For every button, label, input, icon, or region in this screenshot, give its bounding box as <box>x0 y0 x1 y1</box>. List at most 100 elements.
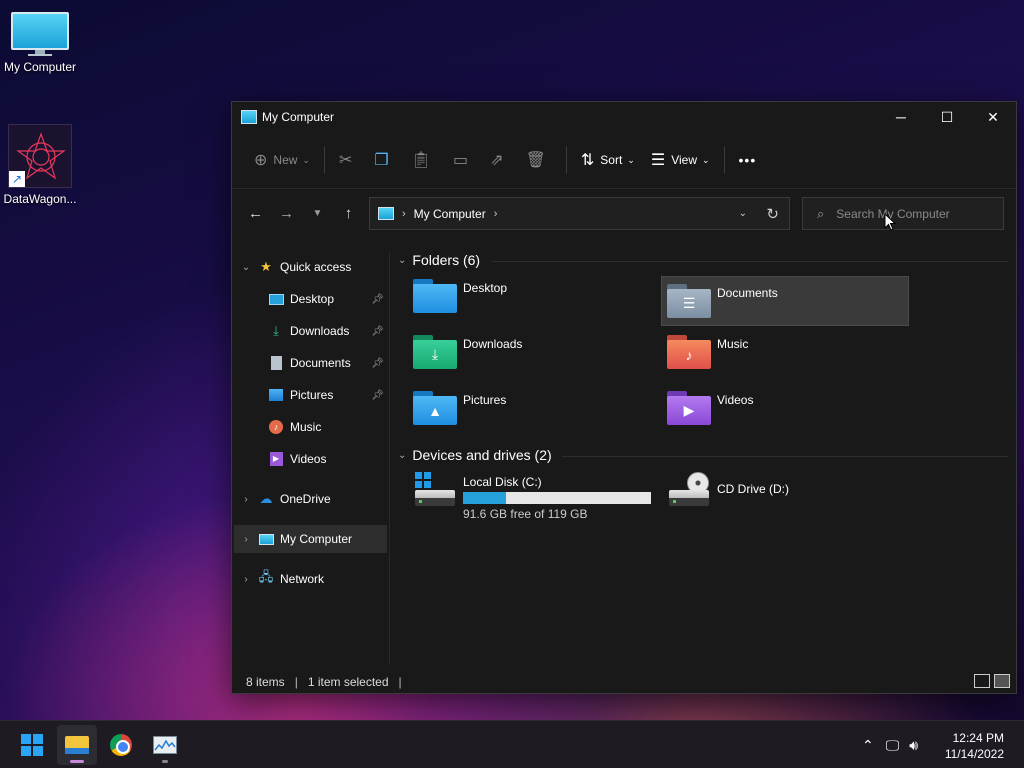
paste-button[interactable]: 📋︎ <box>403 144 445 176</box>
documents-icon <box>268 356 284 370</box>
explorer-window: My Computer ─ ☐ ✕ ⊕ New ⌄ ✂ ❐ 📋︎ ▭ ⇗ 🗑︎ … <box>231 101 1017 694</box>
breadcrumb-my-computer[interactable]: My Computer <box>414 207 486 221</box>
drive-name: Local Disk (C:) <box>463 475 542 489</box>
sidebar-item-label: Desktop <box>290 292 335 306</box>
rename-button[interactable]: ▭ <box>445 144 482 176</box>
item-count: 8 items <box>246 675 285 689</box>
details-view-icon[interactable] <box>974 674 990 688</box>
toolbar-divider <box>723 146 725 174</box>
trash-icon: 🗑︎ <box>525 152 546 169</box>
minimize-button[interactable]: ─ <box>878 102 924 132</box>
chevron-down-icon[interactable]: ⌄ <box>234 262 258 273</box>
videos-icon: ▶ <box>268 452 284 466</box>
shortcut-arrow-icon: ↗ <box>9 171 25 187</box>
network-status-icon[interactable]: 🖵︎ <box>886 737 900 754</box>
maximize-button[interactable]: ☐ <box>924 102 970 132</box>
desktop-icon-datawagon[interactable]: ↗ DataWagon... <box>0 124 80 206</box>
chevron-right-icon[interactable]: › <box>234 494 258 505</box>
taskbar-chrome[interactable] <box>101 725 141 765</box>
up-button[interactable]: ↑ <box>333 198 364 230</box>
start-button[interactable] <box>12 725 52 765</box>
address-bar[interactable]: › My Computer › ⌄ ↻ <box>369 197 790 230</box>
taskbar-file-explorer[interactable] <box>57 725 97 765</box>
sidebar-item-label: Music <box>290 420 322 434</box>
address-dropdown-icon[interactable]: ⌄ <box>739 208 747 219</box>
sidebar-item-downloads[interactable]: ⤓ Downloads 📌︎ <box>234 317 387 345</box>
drive-d[interactable]: CD Drive (D:) <box>662 472 910 522</box>
search-input[interactable] <box>836 206 987 221</box>
drives-group-header[interactable]: ⌄ Devices and drives (2) <box>398 447 552 463</box>
taskbar-monitor-app[interactable] <box>145 725 185 765</box>
window-title: My Computer <box>262 110 335 124</box>
group-divider <box>492 261 1008 262</box>
plus-circle-icon: ⊕ <box>254 152 268 169</box>
sidebar-item-videos[interactable]: ▶ Videos <box>234 445 387 473</box>
chevron-right-icon[interactable]: › <box>234 574 258 585</box>
sidebar-item-my-computer[interactable]: › My Computer <box>234 525 387 553</box>
sidebar-item-label: Network <box>280 572 325 586</box>
sidebar-item-network[interactable]: › 🖧︎ Network <box>234 565 387 593</box>
drive-name: CD Drive (D:) <box>717 482 789 496</box>
folder-documents[interactable]: ☰ Documents <box>661 276 909 326</box>
cloud-icon: ☁ <box>259 491 273 506</box>
windows-logo-icon <box>415 472 431 488</box>
local-disk-icon <box>413 472 457 512</box>
recent-locations-button[interactable]: ▼ <box>302 198 333 230</box>
back-button[interactable]: ← <box>240 198 271 230</box>
view-button[interactable]: ☰ View ⌄ <box>643 144 718 176</box>
sidebar-item-documents[interactable]: Documents 📌︎ <box>234 349 387 377</box>
sidebar-item-music[interactable]: ♪ Music <box>234 413 387 441</box>
forward-button[interactable]: → <box>271 198 302 230</box>
breadcrumb-separator-icon[interactable]: › <box>494 208 498 220</box>
folder-desktop[interactable]: Desktop <box>408 272 656 322</box>
folder-pictures[interactable]: ▲ Pictures <box>408 384 656 434</box>
file-explorer-icon <box>65 736 89 754</box>
clock[interactable]: 12:24 PM 11/14/2022 <box>945 730 1004 762</box>
search-box[interactable]: ⌕ <box>802 197 1004 230</box>
drive-c[interactable]: Local Disk (C:) 91.6 GB free of 119 GB <box>408 472 656 522</box>
content-pane: ⌄ Folders (6) Desktop ☰ Documents ⤓ Down… <box>392 252 1016 664</box>
search-icon: ⌕ <box>817 205 825 221</box>
desktop-icon-my-computer[interactable]: My Computer <box>0 12 80 74</box>
chrome-icon <box>110 734 132 756</box>
new-button[interactable]: ⊕ New ⌄ <box>246 144 318 176</box>
folders-group-header[interactable]: ⌄ Folders (6) <box>398 252 480 268</box>
sidebar-item-quick-access[interactable]: ⌄ ★ Quick access <box>234 253 387 281</box>
pin-icon: 📌︎ <box>371 357 384 369</box>
cd-drive-icon <box>667 472 711 512</box>
downloads-folder-icon: ⤓ <box>413 335 457 369</box>
delete-button[interactable]: 🗑︎ <box>518 144 560 176</box>
show-hidden-icons-chevron-up-icon[interactable]: ⌃ <box>862 737 874 754</box>
pictures-folder-icon: ▲ <box>413 391 457 425</box>
chevron-right-icon[interactable]: › <box>234 534 258 545</box>
refresh-icon[interactable]: ↻ <box>766 205 779 223</box>
arrow-left-icon: ← <box>248 205 263 222</box>
sort-button[interactable]: ⇅ Sort ⌄ <box>573 144 643 176</box>
sidebar-item-label: Videos <box>290 452 327 466</box>
copy-button[interactable]: ❐ <box>366 144 402 176</box>
sidebar-item-label: Pictures <box>290 388 334 402</box>
folder-downloads[interactable]: ⤓ Downloads <box>408 328 656 378</box>
sidebar-item-onedrive[interactable]: › ☁ OneDrive <box>234 485 387 513</box>
folder-music[interactable]: ♪ Music <box>662 328 910 378</box>
view-label: View <box>671 153 697 167</box>
chevron-down-icon: ⌄ <box>398 449 407 461</box>
volume-icon[interactable]: 🔊︎ <box>909 737 918 754</box>
folder-name: Pictures <box>463 393 507 407</box>
monitor-chart-icon <box>153 736 177 754</box>
close-button[interactable]: ✕ <box>970 102 1016 132</box>
drives-group-label: Devices and drives (2) <box>412 447 552 463</box>
cut-button[interactable]: ✂ <box>331 144 366 176</box>
sidebar-item-desktop[interactable]: Desktop 📌︎ <box>234 285 387 313</box>
more-options-button[interactable]: ••• <box>731 144 765 176</box>
videos-folder-icon: ▶ <box>667 391 711 425</box>
toolbar-divider <box>565 146 567 174</box>
more-icon: ••• <box>738 152 757 168</box>
folder-name: Music <box>717 337 749 351</box>
folder-videos[interactable]: ▶ Videos <box>662 384 910 434</box>
share-button[interactable]: ⇗ <box>482 144 517 176</box>
status-separator: | <box>398 675 402 689</box>
sidebar-item-pictures[interactable]: Pictures 📌︎ <box>234 381 387 409</box>
title-bar[interactable]: My Computer ─ ☐ ✕ <box>232 102 1016 132</box>
tiles-view-icon[interactable] <box>994 674 1010 688</box>
